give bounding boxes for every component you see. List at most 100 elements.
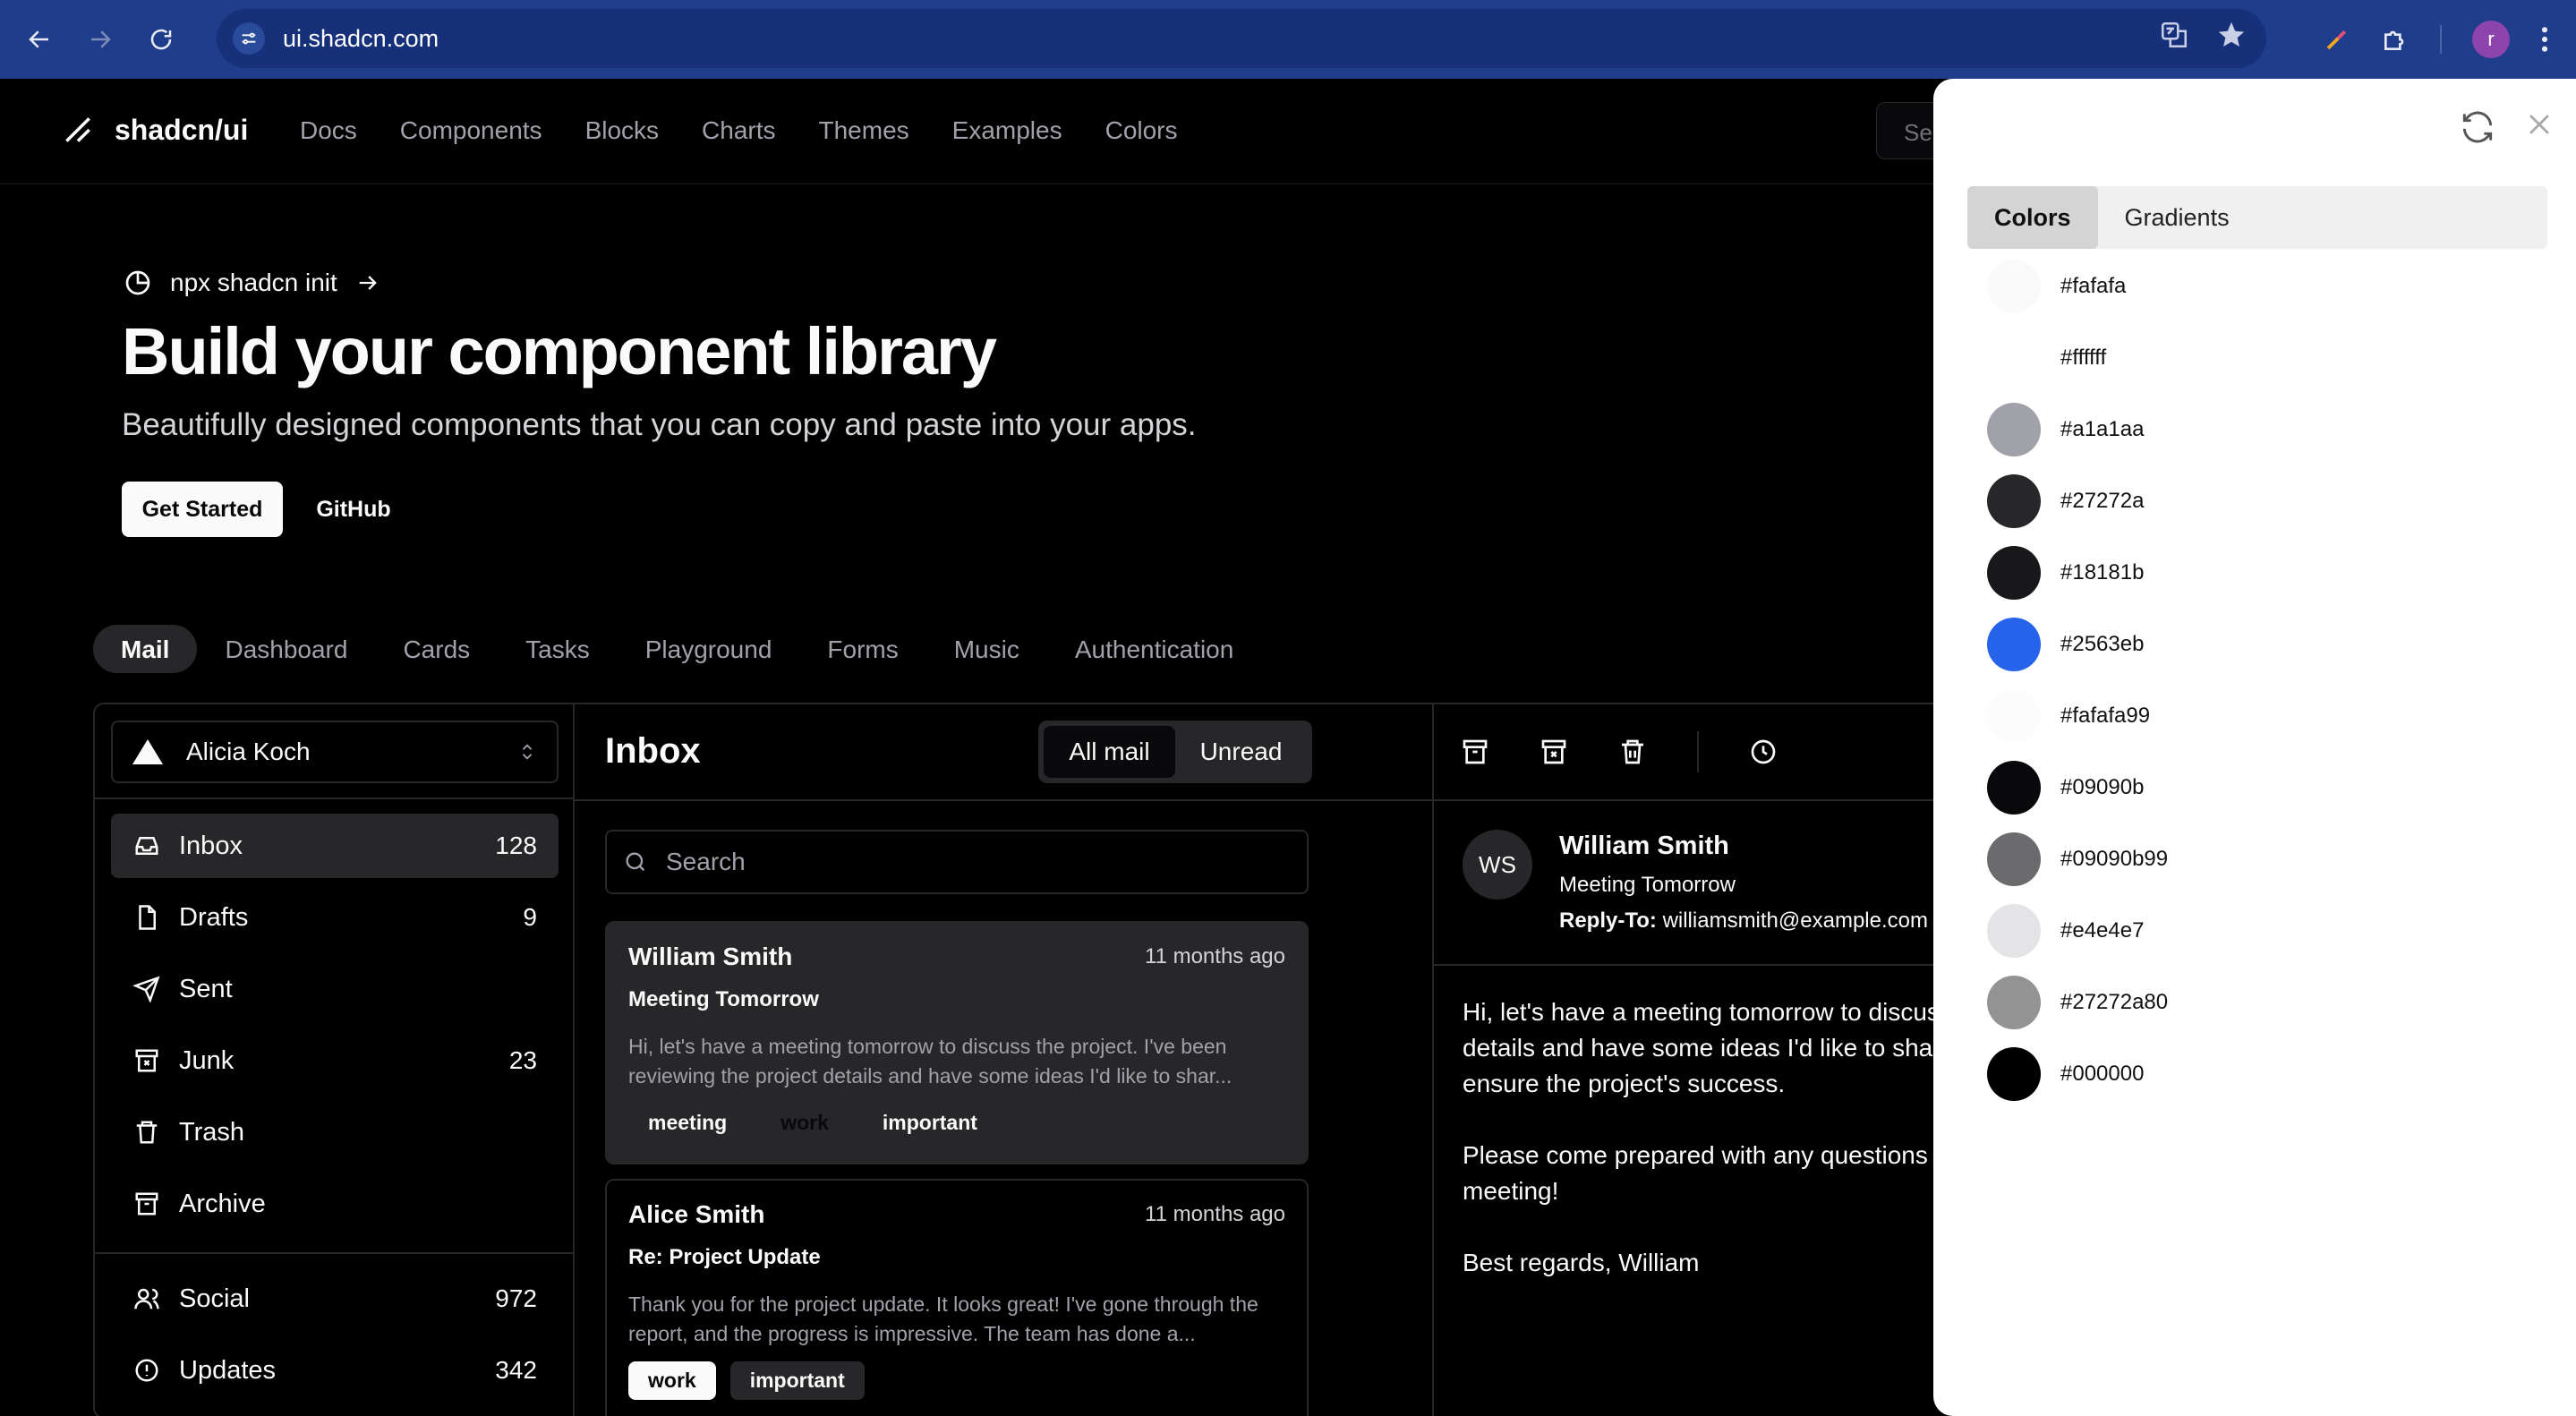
refresh-button[interactable]: [2458, 107, 2497, 147]
tab-tasks[interactable]: Tasks: [498, 625, 618, 673]
color-swatch-row[interactable]: #18181b: [1987, 546, 2144, 600]
move-to-trash-button[interactable]: [1618, 738, 1647, 766]
translate-icon[interactable]: [2159, 20, 2189, 50]
eyedropper-extension-icon[interactable]: [2324, 26, 2350, 53]
site-info-icon[interactable]: [233, 22, 265, 55]
sender-avatar: WS: [1463, 830, 1532, 900]
color-swatch-row[interactable]: #2563eb: [1987, 618, 2144, 671]
nav-examples[interactable]: Examples: [952, 116, 1062, 145]
color-swatch-row[interactable]: #27272a80: [1987, 976, 2168, 1029]
sidebar-item-sent[interactable]: Sent: [111, 957, 559, 1021]
tab-colors[interactable]: Colors: [1967, 186, 2098, 249]
move-to-junk-button[interactable]: [1540, 738, 1568, 766]
message-preview: Thank you for the project update. It loo…: [628, 1292, 1258, 1345]
tab-authentication[interactable]: Authentication: [1047, 625, 1261, 673]
tab-music[interactable]: Music: [926, 625, 1047, 673]
color-swatch-row[interactable]: #a1a1aa: [1987, 403, 2144, 456]
sidebar-item-updates[interactable]: Updates 342: [111, 1338, 559, 1403]
filter-unread[interactable]: Unread: [1175, 726, 1307, 778]
color-swatch-row[interactable]: #fafafa99: [1987, 689, 2150, 743]
nav-charts[interactable]: Charts: [702, 116, 775, 145]
tab-mail[interactable]: Mail: [93, 625, 198, 673]
detail-sender-name: William Smith: [1559, 832, 1729, 860]
sidebar-item-count: 128: [495, 832, 537, 859]
color-swatch: [1987, 832, 2041, 886]
sidebar-item-label: Archive: [179, 1189, 266, 1218]
color-swatch-row[interactable]: #09090b: [1987, 761, 2144, 815]
tab-cards[interactable]: Cards: [375, 625, 498, 673]
color-swatch-row[interactable]: #ffffff: [1987, 331, 2106, 385]
nav-components[interactable]: Components: [400, 116, 542, 145]
color-hex-label: #000000: [2060, 1062, 2145, 1086]
announcement-link[interactable]: npx shadcn init: [124, 269, 380, 297]
filter-all-mail[interactable]: All mail: [1044, 726, 1175, 778]
message-subject: Meeting Tomorrow: [628, 987, 819, 1011]
close-panel-button[interactable]: [2524, 109, 2555, 140]
mail-list-item[interactable]: William Smith 11 months ago Meeting Tomo…: [605, 921, 1309, 1164]
sidebar-item-social[interactable]: Social 972: [111, 1267, 559, 1331]
clock-icon: [1751, 739, 1776, 764]
panel-tabs: Colors Gradients: [1967, 186, 2547, 249]
sender-name: Alice Smith: [628, 1200, 765, 1228]
get-started-button[interactable]: Get Started: [122, 482, 283, 537]
reply-to-address: williamsmith@example.com: [1662, 908, 1928, 933]
browser-menu-icon[interactable]: [2540, 25, 2549, 54]
trash-icon: [1622, 739, 1643, 764]
github-button[interactable]: GitHub: [295, 482, 412, 537]
nav-themes[interactable]: Themes: [819, 116, 909, 145]
color-swatch: [1987, 403, 2041, 456]
sidebar-item-inbox[interactable]: Inbox 128: [111, 814, 559, 878]
tag-badge: important: [729, 1361, 865, 1400]
archive-icon: [1463, 739, 1488, 764]
sidebar-item-junk[interactable]: Junk 23: [111, 1028, 559, 1093]
forward-button[interactable]: [79, 18, 122, 61]
extensions-puzzle-icon[interactable]: [2381, 25, 2410, 54]
mail-search-input[interactable]: Search: [605, 830, 1309, 894]
snooze-button[interactable]: [1749, 738, 1778, 766]
color-swatch-row[interactable]: #e4e4e7: [1987, 904, 2144, 958]
site-logo[interactable]: shadcn/ui: [61, 113, 248, 147]
refresh-icon: [2462, 111, 2493, 143]
address-bar[interactable]: ui.shadcn.com: [217, 9, 2266, 68]
tab-dashboard[interactable]: Dashboard: [197, 625, 375, 673]
color-swatch-row[interactable]: #000000: [1987, 1047, 2144, 1101]
tab-playground[interactable]: Playground: [618, 625, 800, 673]
nav-docs[interactable]: Docs: [300, 116, 357, 145]
message-preview: Hi, let's have a meeting tomorrow to dis…: [628, 1035, 1233, 1088]
color-hex-label: #a1a1aa: [2060, 417, 2145, 441]
color-swatch: [1987, 260, 2041, 313]
sidebar-item-label: Drafts: [179, 902, 249, 932]
file-icon: [139, 905, 156, 930]
profile-avatar[interactable]: r: [2472, 21, 2510, 58]
bookmark-star-icon[interactable]: [2216, 20, 2247, 50]
sidebar-item-trash[interactable]: Trash: [111, 1100, 559, 1164]
mail-sidebar: Alicia Koch Inbox 128 Drafts 9 Sent Junk…: [95, 704, 575, 1416]
color-hex-label: #2563eb: [2060, 632, 2145, 656]
mail-list-item[interactable]: Alice Smith 11 months ago Re: Project Up…: [605, 1179, 1309, 1416]
pie-chart-icon: [125, 270, 150, 295]
account-switcher[interactable]: Alicia Koch: [111, 721, 559, 783]
color-hex-label: #09090b: [2060, 775, 2145, 799]
browser-toolbar: ui.shadcn.com r: [0, 0, 2576, 79]
color-swatch-row[interactable]: #09090b99: [1987, 832, 2168, 886]
toolbar-divider: [2440, 25, 2442, 54]
account-name: Alicia Koch: [186, 738, 311, 765]
mail-toolbar: [1461, 731, 1778, 772]
nav-colors[interactable]: Colors: [1105, 116, 1178, 145]
reload-button[interactable]: [140, 18, 183, 61]
color-swatch: [1987, 761, 2041, 815]
sidebar-item-archive[interactable]: Archive: [111, 1172, 559, 1236]
color-swatch-row[interactable]: #fafafa: [1987, 260, 2126, 313]
detail-reply-to: Reply-To: williamsmith@example.com: [1559, 908, 1928, 934]
sidebar-item-drafts[interactable]: Drafts 9: [111, 885, 559, 950]
archive-button[interactable]: [1461, 738, 1489, 766]
message-time: 11 months ago: [1145, 1202, 1285, 1226]
sidebar-item-count: 9: [523, 903, 537, 931]
tab-gradients[interactable]: Gradients: [2098, 186, 2256, 249]
color-swatch-row[interactable]: #27272a: [1987, 474, 2144, 528]
logo-mark-icon: [65, 117, 90, 142]
announcement-text: npx shadcn init: [170, 269, 337, 296]
nav-blocks[interactable]: Blocks: [585, 116, 659, 145]
tab-forms[interactable]: Forms: [799, 625, 925, 673]
back-button[interactable]: [18, 18, 61, 61]
